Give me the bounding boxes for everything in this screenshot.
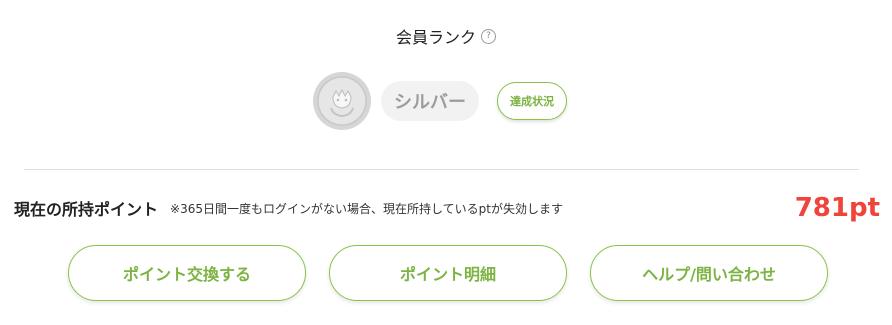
points-label: 現在の所持ポイント [14, 200, 159, 219]
rank-name-label: シルバー [394, 92, 466, 113]
points-expiry-note: ※365日間一度もログインがない場合、現在所持しているptが失効します [170, 201, 563, 216]
silver-medal-icon [313, 72, 371, 130]
achievement-status-label: 達成状況 [510, 95, 554, 108]
rank-name-badge: シルバー [381, 81, 479, 121]
points-actions: ポイント交換する ポイント明細 ヘルプ/問い合わせ [68, 245, 828, 301]
help-contact-button[interactable]: ヘルプ/問い合わせ [590, 245, 828, 301]
member-rank-title: 会員ランク [395, 28, 476, 47]
rank-row: シルバー 達成状況 [312, 70, 567, 132]
points-history-button[interactable]: ポイント明細 [329, 245, 567, 301]
points-history-label: ポイント明細 [399, 265, 496, 284]
achievement-status-button[interactable]: 達成状況 [497, 82, 567, 120]
exchange-points-button[interactable]: ポイント交換する [68, 245, 306, 301]
points-row: 現在の所持ポイント ※365日間一度もログインがない場合、現在所持しているptが… [14, 190, 880, 226]
section-divider [24, 169, 859, 170]
help-contact-label: ヘルプ/問い合わせ [642, 265, 776, 284]
help-circle-icon[interactable]: ? [481, 28, 496, 44]
exchange-points-label: ポイント交換する [122, 265, 251, 284]
member-rank-header: 会員ランク ? [0, 24, 892, 48]
points-value: 781pt [794, 193, 880, 223]
